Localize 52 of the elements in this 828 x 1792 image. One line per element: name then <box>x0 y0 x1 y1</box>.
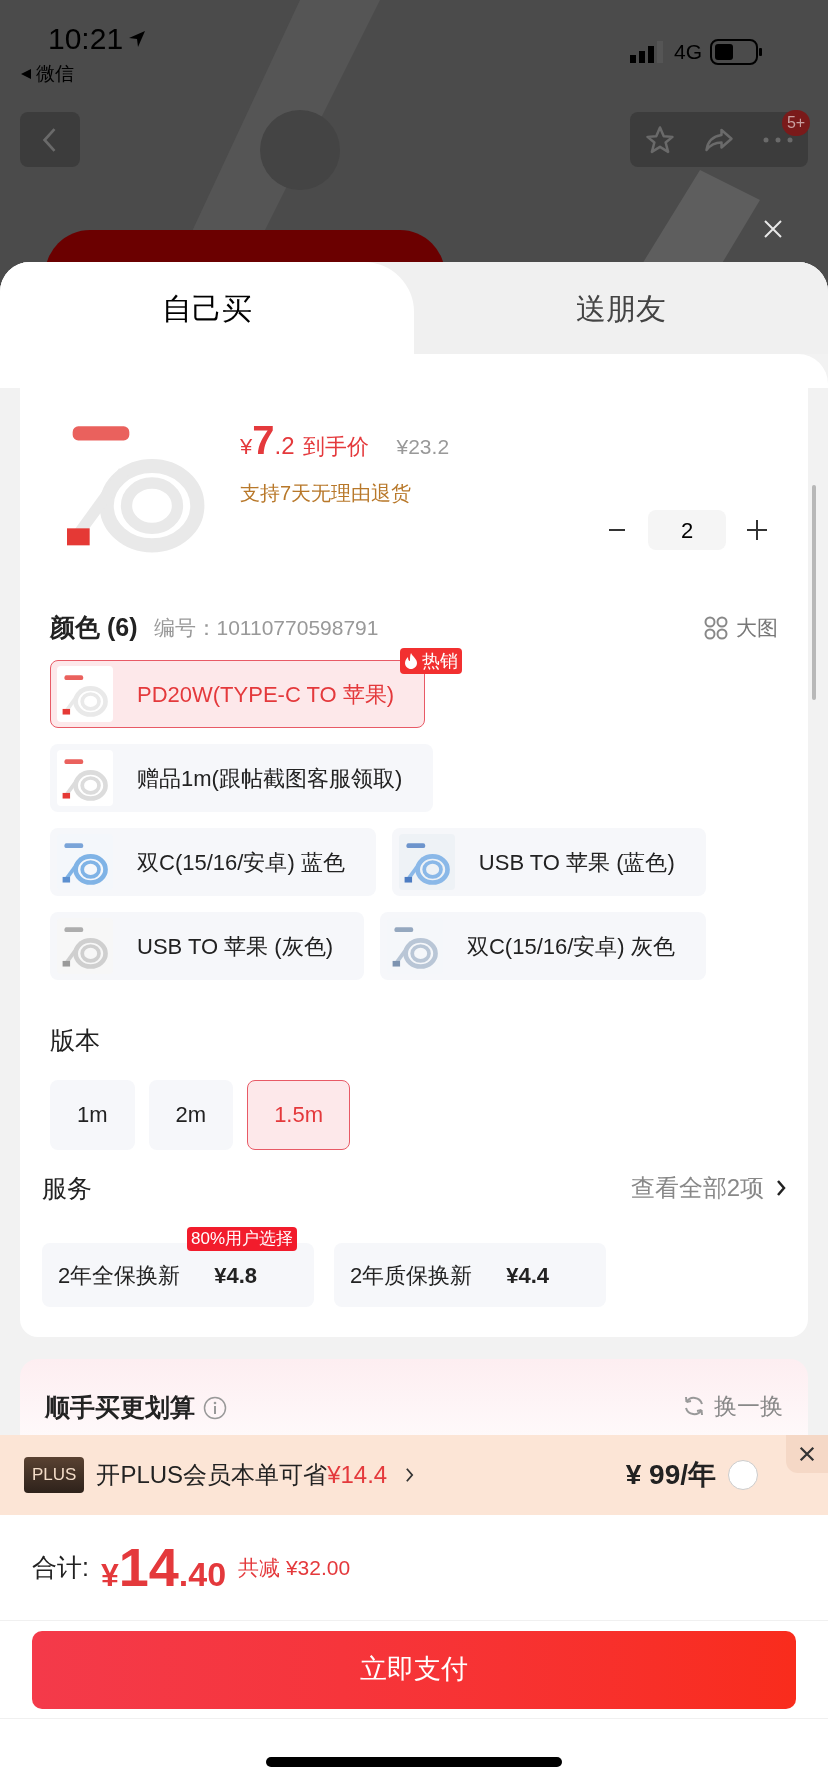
total-price: ¥14.40 <box>100 1536 227 1599</box>
section-title: 颜色 (6) <box>50 612 138 644</box>
view-all-link[interactable]: 查看全部2项 <box>630 1170 786 1207</box>
status-time: 10:21 <box>48 21 124 57</box>
info-icon <box>203 1395 227 1420</box>
tab[interactable]: 自己买 <box>0 262 414 354</box>
back-button[interactable] <box>20 112 80 167</box>
plus-icon <box>747 520 767 540</box>
back-triangle-icon[interactable] <box>20 68 32 81</box>
original-price: ¥23.2 <box>396 434 450 460</box>
section-title: 服务 <box>42 1172 92 1204</box>
close-button[interactable] <box>786 1435 828 1473</box>
return-policy: 支持7天无理由退货 <box>240 481 413 506</box>
battery-icon <box>710 38 762 65</box>
signal-icon <box>630 40 666 63</box>
service-option[interactable]: 2年质保换新 ¥4.4 <box>334 1243 606 1307</box>
total-label: 合计: <box>32 1551 89 1583</box>
version-option[interactable]: 2m <box>148 1079 234 1150</box>
hot-badge: 热销 <box>400 648 462 674</box>
membership-price: ¥ 99/年 <box>625 1458 716 1492</box>
star-icon <box>644 124 675 155</box>
plus-logo: PLUS <box>24 1457 85 1493</box>
network-label: 4G <box>674 39 702 65</box>
color-option[interactable]: 双C(15/16/安卓) 灰色 <box>380 912 706 980</box>
addon-title: 顺手买更划算 <box>45 1392 195 1423</box>
radio-button[interactable] <box>728 1460 758 1490</box>
more-icon <box>763 136 794 143</box>
location-arrow-icon <box>127 28 148 49</box>
grid-icon <box>704 616 728 640</box>
membership-saving: ¥14.4 <box>327 1460 388 1490</box>
popular-badge: 80%用户选择 <box>187 1227 298 1251</box>
close-icon <box>763 219 783 239</box>
minus-icon <box>609 529 625 531</box>
version-option[interactable]: 1.5m <box>247 1079 351 1150</box>
color-option[interactable]: USB TO 苹果 (灰色) <box>50 912 364 980</box>
product-code: 编号：10110770598791 <box>153 615 379 642</box>
price-label: 到手价 <box>302 433 369 461</box>
version-option[interactable]: 1m <box>50 1079 135 1150</box>
price: ¥7.2 <box>240 417 295 464</box>
close-icon <box>798 1445 816 1463</box>
chevron-right-icon <box>776 1179 786 1198</box>
discount-text: 共减 ¥32.00 <box>238 1554 351 1581</box>
color-option[interactable]: USB TO 苹果 (蓝色) <box>391 828 706 896</box>
quantity-field[interactable]: 2 <box>648 510 726 550</box>
large-image-button[interactable]: 大图 <box>704 612 778 644</box>
section-title: 版本 <box>50 1025 101 1056</box>
chevron-right-icon <box>405 1467 415 1483</box>
color-option[interactable]: 双C(15/16/安卓) 蓝色 <box>50 828 376 896</box>
membership-text: 开PLUS会员本单可省 <box>96 1460 328 1490</box>
flame-icon <box>404 653 418 669</box>
color-option[interactable]: 赠品1m(跟帖截图客服领取) <box>50 744 434 812</box>
pay-button[interactable]: 立即支付 <box>32 1630 796 1709</box>
